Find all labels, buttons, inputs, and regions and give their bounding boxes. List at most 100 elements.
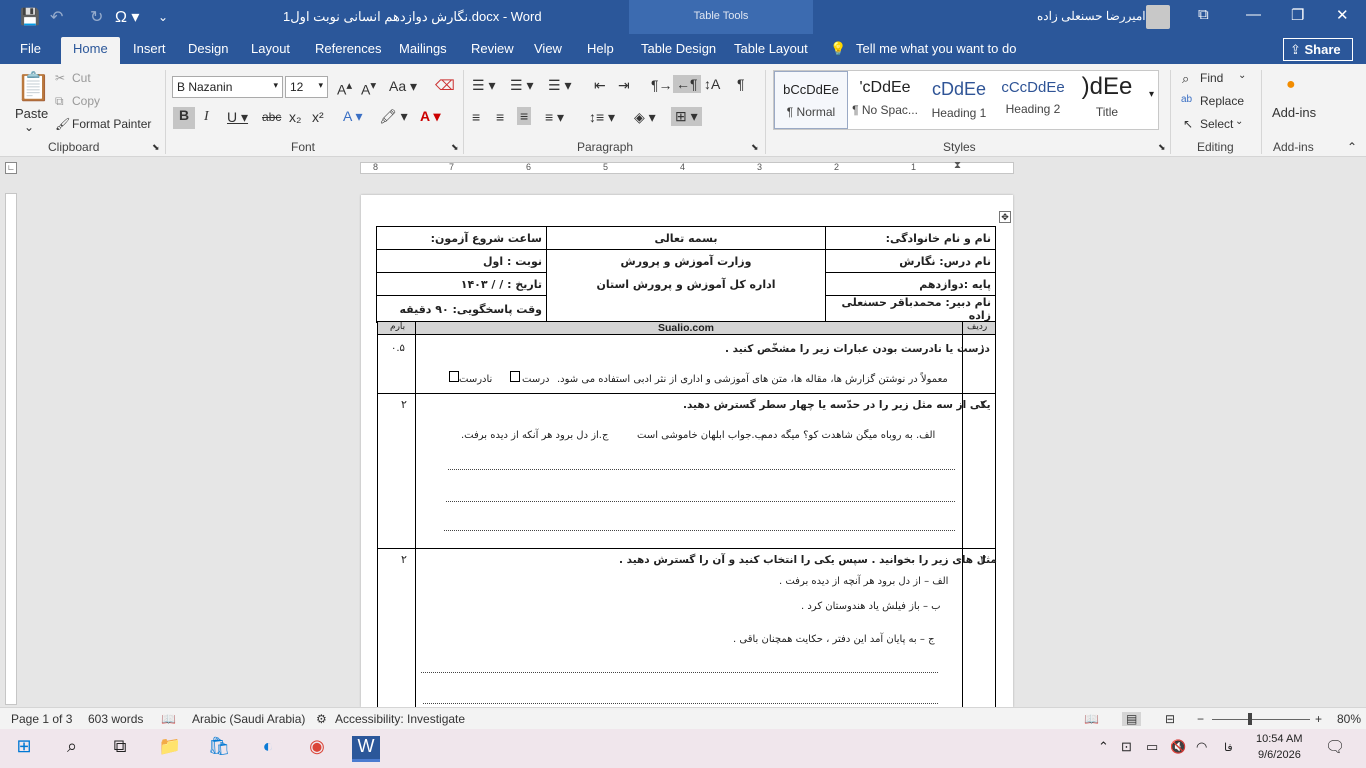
volume-muted-icon[interactable]: 🔇 bbox=[1170, 739, 1186, 755]
paragraph-launcher-icon[interactable]: ⬊ bbox=[751, 142, 759, 153]
ruler-bar[interactable]: 8 7 6 5 4 3 2 1 ⧗ bbox=[360, 160, 1014, 174]
answer-line[interactable] bbox=[448, 469, 955, 470]
select-button[interactable]: Select bbox=[1200, 117, 1233, 131]
sort-icon[interactable]: ↕A bbox=[704, 76, 720, 92]
q3-title[interactable]: مثل های زیر را بخوانید . سپس یکی را انتخ… bbox=[619, 554, 997, 566]
web-layout-icon[interactable]: ⊟ bbox=[1165, 712, 1175, 726]
strikethrough-icon[interactable]: abc bbox=[262, 110, 281, 124]
align-right-icon[interactable]: ≡ bbox=[517, 107, 532, 125]
windows-start-icon[interactable]: ⊞ bbox=[10, 736, 38, 762]
header-cell[interactable]: تاریخ : / / ۱۴۰۳ bbox=[376, 272, 547, 296]
zoom-thumb[interactable] bbox=[1248, 713, 1252, 725]
increase-indent-icon[interactable]: ⇥ bbox=[618, 77, 630, 94]
zoom-out-icon[interactable]: − bbox=[1197, 712, 1204, 726]
zoom-slider[interactable] bbox=[1212, 719, 1310, 720]
paste-button[interactable]: Paste bbox=[15, 106, 48, 121]
ltr-icon[interactable]: ¶→ bbox=[651, 77, 673, 93]
superscript-icon[interactable]: x² bbox=[312, 109, 324, 125]
styles-more-icon[interactable]: ▾ bbox=[1149, 89, 1154, 100]
font-size-combo[interactable]: 12 ▾ bbox=[285, 76, 328, 98]
table-move-handle-icon[interactable]: ✥ bbox=[999, 211, 1011, 223]
zoom-in-icon[interactable]: + bbox=[1315, 712, 1322, 726]
q1-statement[interactable]: معمولاً در نوشتن گزارش ها، مقاله ها، متن… bbox=[557, 374, 948, 385]
chrome-icon[interactable]: ◉ bbox=[303, 736, 331, 762]
q1-title[interactable]: درست یا نادرست بودن عبارات زیر را مشخّص … bbox=[725, 343, 990, 355]
q3-option-a[interactable]: الف – از دل برود هر آنچه از دیده برفت . bbox=[779, 576, 948, 587]
tab-review[interactable]: Review bbox=[471, 41, 514, 56]
style-normal[interactable]: bCcDdEe ¶ Normal bbox=[774, 71, 848, 129]
clock-date[interactable]: 9/6/2026 bbox=[1258, 749, 1301, 761]
share-button[interactable]: ⇪ Share bbox=[1283, 38, 1353, 61]
language[interactable]: Arabic (Saudi Arabia) bbox=[192, 712, 305, 726]
minimize-icon[interactable]: — bbox=[1246, 6, 1261, 23]
page-count[interactable]: Page 1 of 3 bbox=[11, 712, 72, 726]
tab-layout[interactable]: Layout bbox=[251, 41, 290, 56]
header-cell[interactable]: ساعت شروع آزمون: bbox=[376, 226, 547, 250]
tab-help[interactable]: Help bbox=[587, 41, 614, 56]
text-effects-icon[interactable]: A ▾ bbox=[343, 108, 362, 125]
maximize-icon[interactable]: ❐ bbox=[1291, 6, 1304, 24]
tab-file[interactable]: File bbox=[20, 41, 41, 56]
save-icon[interactable]: 💾 bbox=[20, 7, 40, 27]
header-cell[interactable]: نام دبیر: محمدباقر حسنعلی زاده bbox=[825, 295, 996, 323]
store-icon[interactable]: 🛍 bbox=[205, 736, 233, 762]
undo-icon[interactable]: ↶ bbox=[50, 7, 63, 27]
q3-option-c[interactable]: ج – به پایان آمد این دفتر ، حکایت همچنان… bbox=[733, 634, 935, 645]
customize-quick-access-icon[interactable]: ⌄ bbox=[158, 10, 168, 24]
clear-formatting-icon[interactable]: ⌫ bbox=[435, 77, 455, 94]
chevron-down-icon[interactable]: ⌄ bbox=[1238, 70, 1246, 81]
indent-marker-icon[interactable]: ⧗ bbox=[954, 160, 961, 171]
decrease-indent-icon[interactable]: ⇤ bbox=[594, 77, 606, 94]
center-icon[interactable]: ≡ bbox=[496, 109, 504, 125]
font-name-combo[interactable]: B Nazanin ▾ bbox=[172, 76, 283, 98]
tab-references[interactable]: References bbox=[315, 41, 381, 56]
clipboard-launcher-icon[interactable]: ⬊ bbox=[152, 142, 160, 153]
line-spacing-icon[interactable]: ↕≡ ▾ bbox=[589, 109, 615, 126]
header-cell[interactable]: بسمه تعالی bbox=[546, 226, 826, 250]
search-icon[interactable]: ⌕ bbox=[58, 736, 86, 762]
bold-icon[interactable]: B bbox=[173, 107, 195, 129]
checkbox-true[interactable] bbox=[510, 371, 520, 382]
tab-table-layout[interactable]: Table Layout bbox=[734, 41, 808, 56]
underline-icon[interactable]: U ▾ bbox=[227, 109, 248, 126]
font-color-icon[interactable]: A ▾ bbox=[420, 108, 441, 125]
font-launcher-icon[interactable]: ⬊ bbox=[451, 142, 459, 153]
style-heading-1[interactable]: cDdEe Heading 1 bbox=[922, 71, 996, 129]
q2-title[interactable]: یکی از سه مثل زیر را در حدّسه یا چهار سط… bbox=[683, 399, 991, 411]
align-left-icon[interactable]: ≡ bbox=[472, 109, 480, 125]
tell-me-search[interactable]: Tell me what you want to do bbox=[856, 41, 1016, 56]
word-taskbar-icon[interactable]: W bbox=[352, 736, 380, 762]
styles-launcher-icon[interactable]: ⬊ bbox=[1158, 142, 1166, 153]
shading-icon[interactable]: ◈ ▾ bbox=[634, 109, 656, 126]
print-layout-icon[interactable]: ▤ bbox=[1122, 712, 1142, 726]
user-name[interactable]: امیررضا حسنعلی زاده bbox=[1037, 9, 1146, 23]
header-cell[interactable]: پایه :دوازدهم bbox=[825, 272, 996, 296]
collapse-ribbon-icon[interactable]: ⌃ bbox=[1347, 140, 1357, 154]
task-view-icon[interactable]: ⧉ bbox=[106, 736, 134, 762]
header-cell[interactable]: اداره کل آموزش و پرورش استان bbox=[546, 272, 826, 296]
omega-icon[interactable]: Ω ▾ bbox=[115, 7, 139, 27]
tab-home[interactable]: Home bbox=[61, 37, 120, 64]
network-adapter-icon[interactable]: ⊡ bbox=[1121, 739, 1132, 755]
header-cell[interactable]: وقت پاسخگویی: ۹۰ دقیقه bbox=[376, 295, 547, 323]
shrink-font-icon[interactable]: A▾ bbox=[361, 78, 376, 98]
tab-view[interactable]: View bbox=[534, 41, 562, 56]
style-title[interactable]: )dEe Title bbox=[1070, 71, 1144, 129]
clock-time[interactable]: 10:54 AM bbox=[1256, 733, 1302, 745]
proofing-icon[interactable]: 📖 bbox=[161, 712, 176, 726]
wifi-icon[interactable]: ◠ bbox=[1196, 739, 1207, 755]
read-mode-icon[interactable]: 📖 bbox=[1084, 712, 1099, 726]
multilevel-list-icon[interactable]: ☰ ▾ bbox=[548, 77, 571, 94]
cut-button[interactable]: Cut bbox=[72, 71, 91, 85]
italic-icon[interactable]: I bbox=[204, 109, 209, 125]
answer-line[interactable] bbox=[446, 501, 955, 502]
word-count[interactable]: 603 words bbox=[88, 712, 143, 726]
bullets-icon[interactable]: ☰ ▾ bbox=[472, 77, 495, 94]
close-icon[interactable]: ✕ bbox=[1336, 6, 1349, 24]
change-case-icon[interactable]: Aa ▾ bbox=[389, 78, 417, 95]
document-page[interactable]: ✥ نام و نام خانوادگی: بسمه تعالی ساعت شر… bbox=[361, 195, 1013, 707]
grow-font-icon[interactable]: A▴ bbox=[337, 78, 352, 98]
notifications-icon[interactable]: 🗨 bbox=[1325, 737, 1345, 757]
tab-design[interactable]: Design bbox=[188, 41, 228, 56]
redo-icon[interactable]: ↻ bbox=[90, 7, 103, 27]
